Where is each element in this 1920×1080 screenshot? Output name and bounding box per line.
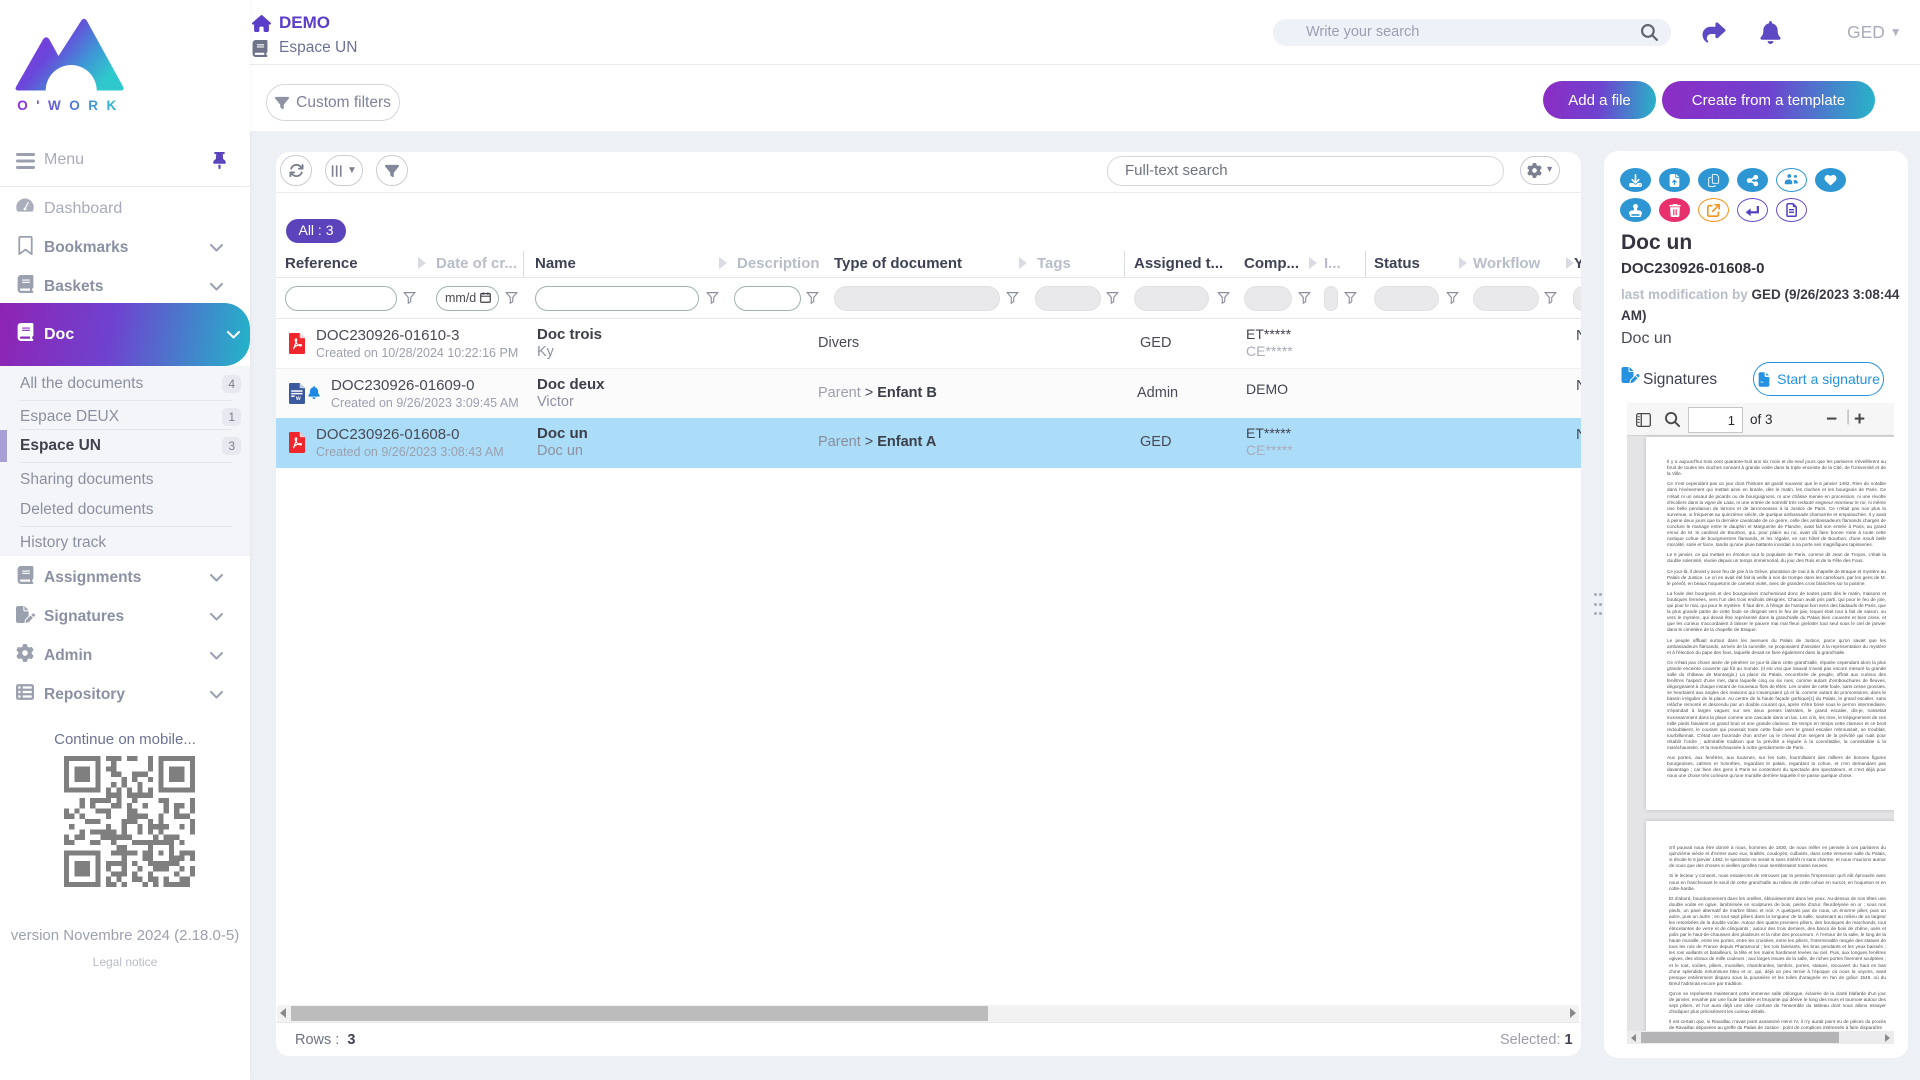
- svg-text:w: w: [295, 396, 301, 402]
- svg-text:O'WORK: O'WORK: [17, 98, 124, 113]
